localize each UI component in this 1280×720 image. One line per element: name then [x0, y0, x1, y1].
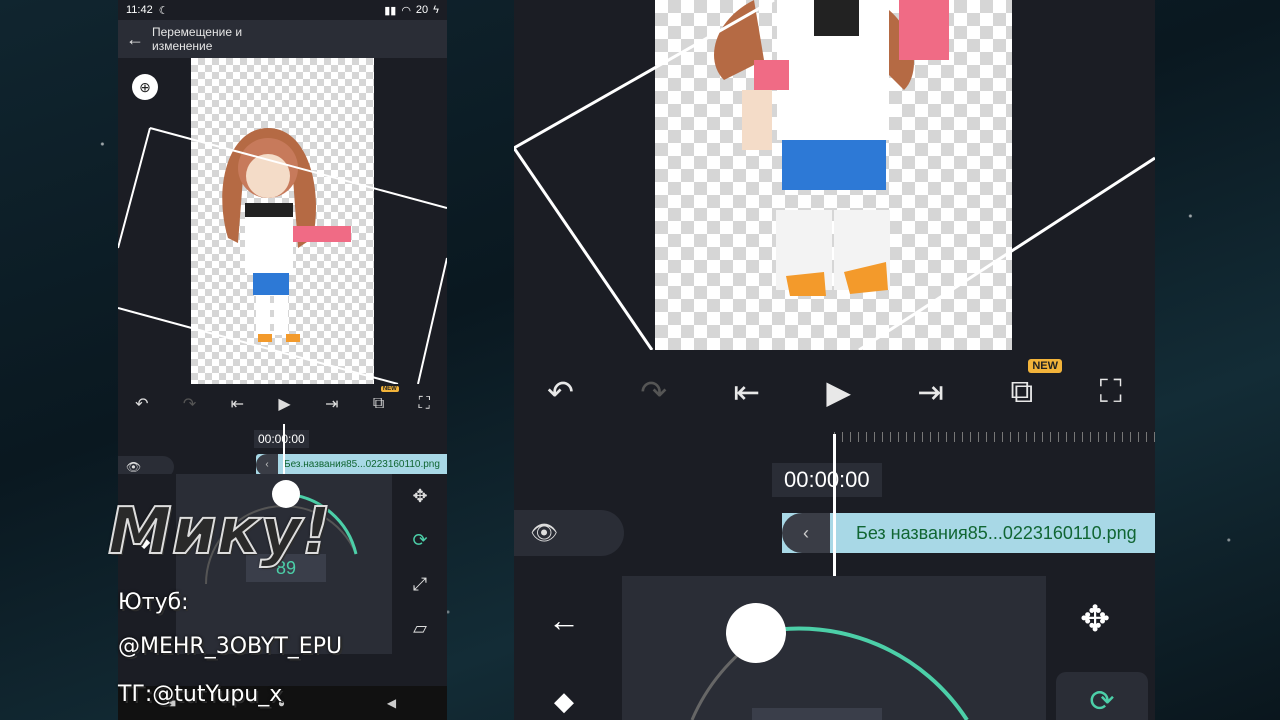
watermark-telegram: TГ:@tutYupu_x [118, 682, 283, 707]
new-badge: NEW [1028, 359, 1062, 373]
undo-icon[interactable]: ↶ [547, 373, 574, 411]
move-icon[interactable]: ✥ [1080, 598, 1110, 640]
overlay-new-icon[interactable]: ⧉ NEW [1010, 359, 1062, 411]
page-title: Перемещение и изменение [152, 25, 242, 53]
character-sprite-zoomed [514, 0, 1155, 350]
character-sprite [118, 127, 447, 384]
battery-level: 20 [415, 4, 429, 16]
timeline[interactable]: 00:00:00 👁 ‹ Без.названия85...0223160110.… [118, 424, 447, 504]
wifi-icon: ◠ [401, 4, 411, 17]
skew-icon[interactable]: ▱ [407, 618, 433, 639]
signal-icon: ▮▮ [384, 4, 397, 17]
playback-toolbar-zoomed: ↶ ↷ ⇤ ▶ ⇥ ⧉ NEW ⛶ [514, 350, 1155, 434]
page-title-line2: изменение [152, 39, 213, 53]
eye-icon[interactable]: 👁 [514, 510, 624, 556]
nav-back-icon[interactable]: ◀ [387, 696, 396, 710]
clip-name: Без.названия85...0223160110.png [284, 459, 440, 470]
rotate-icon[interactable]: ⟳ [1056, 672, 1148, 720]
zoom-icon[interactable]: ⊕ [132, 74, 158, 100]
keyframe-icon[interactable]: ◆ [554, 686, 574, 717]
scale-icon[interactable]: ⤢ [407, 574, 433, 595]
overlay-new-icon[interactable]: ⧉ NEW [373, 386, 399, 413]
clip-track[interactable]: ‹ Без названия85...0223160110.png [782, 513, 1155, 553]
play-icon[interactable]: ▶ [826, 373, 851, 411]
skip-start-icon[interactable]: ⇤ [733, 373, 760, 411]
status-bar: 11:42 ☾ ▮▮ ◠ 20 ϟ [118, 0, 447, 20]
move-icon[interactable]: ✥ [407, 486, 433, 507]
redo-icon[interactable]: ↷ [183, 394, 196, 414]
rotation-dial-area[interactable] [622, 576, 1046, 720]
chevron-left-icon[interactable]: ‹ [256, 454, 278, 476]
skip-start-icon[interactable]: ⇤ [231, 394, 244, 414]
clip-name: Без названия85...0223160110.png [856, 523, 1137, 543]
charging-icon: ϟ [433, 4, 439, 16]
timeline-ruler [834, 432, 1155, 442]
skip-end-icon[interactable]: ⇥ [325, 394, 338, 414]
preview-canvas[interactable]: ⊕ [118, 58, 447, 384]
fit-screen-icon[interactable]: ⛶ [1099, 373, 1121, 411]
rotate-icon[interactable]: ⟳ [407, 530, 433, 551]
watermark-youtube-handle: @MEHR_3OBYT_EPU [118, 634, 343, 659]
chevron-left-icon[interactable]: ‹ [782, 513, 830, 553]
fit-screen-icon[interactable]: ⛶ [419, 395, 430, 413]
back-arrow-icon[interactable]: ← [118, 29, 152, 50]
timecode: 00:00:00 [254, 430, 309, 448]
zoomed-phone-screen: ↶ ↷ ⇤ ▶ ⇥ ⧉ NEW ⛶ 00:00:00 👁 ‹ Без назван… [514, 0, 1155, 720]
new-badge: NEW [380, 386, 399, 392]
skip-end-icon[interactable]: ⇥ [917, 373, 944, 411]
status-time: 11:42 [126, 4, 153, 16]
undo-icon[interactable]: ↶ [135, 394, 148, 414]
moon-icon: ☾ [158, 4, 169, 17]
page-title-line1: Перемещение и [152, 25, 243, 39]
playback-toolbar: ↶ ↷ ⇤ ▶ ⇥ ⧉ NEW ⛶ [118, 384, 447, 424]
back-arrow-icon[interactable]: ← [548, 602, 580, 639]
miku-logo: Мику! [107, 494, 332, 570]
redo-icon[interactable]: ↷ [640, 373, 667, 411]
play-icon[interactable]: ▶ [278, 394, 290, 414]
watermark-youtube-label: Ютуб: [118, 590, 189, 615]
app-bar: ← Перемещение и изменение [118, 20, 447, 58]
timecode: 00:00:00 [772, 463, 882, 497]
playhead[interactable] [833, 434, 836, 576]
transform-panel-zoomed: ← ◆ ✥ ⟳ [514, 576, 1155, 720]
